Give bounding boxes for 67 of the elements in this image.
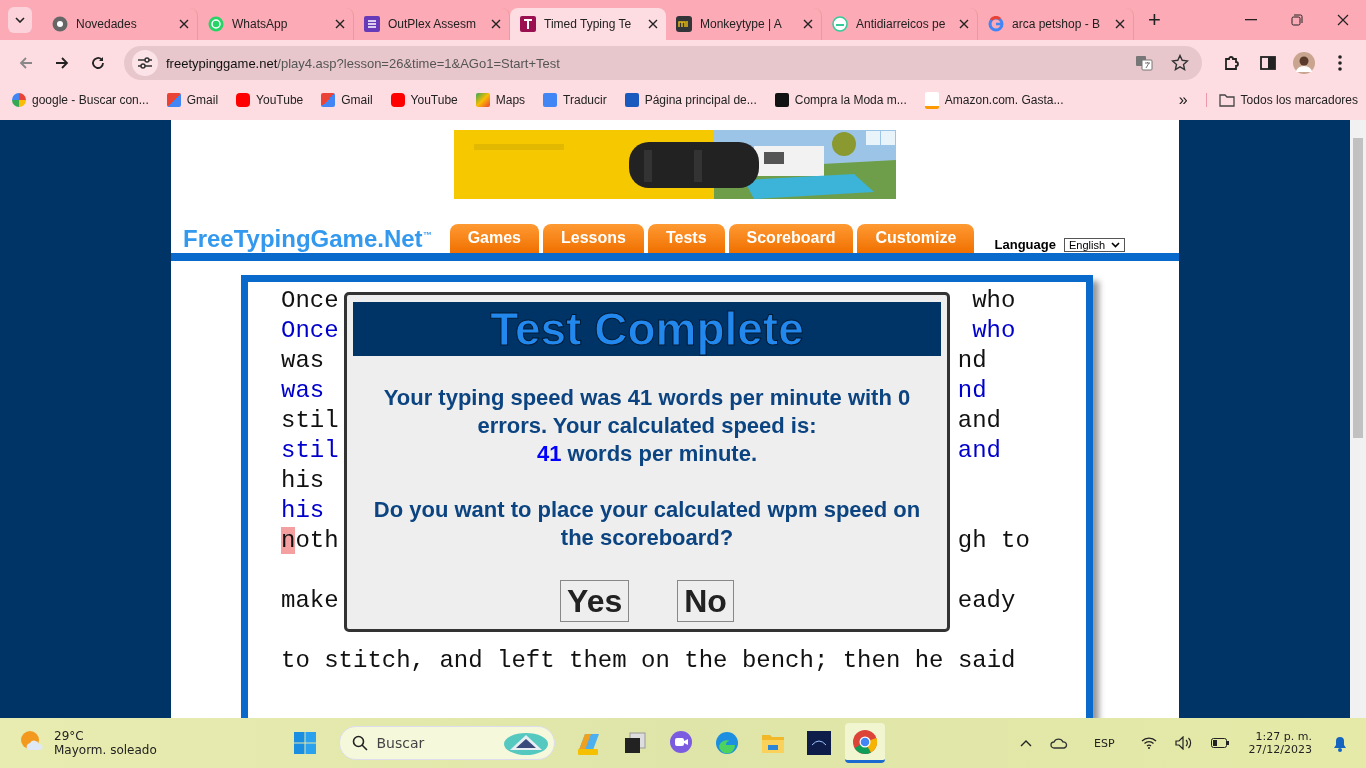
typing-text: who bbox=[972, 286, 1016, 316]
typing-text: was bbox=[281, 377, 325, 404]
bookmark[interactable]: YouTube bbox=[390, 93, 458, 107]
typing-text: to stitch, and left them on the bench; then he said bbox=[281, 647, 1016, 674]
dialog-title: Test Complete bbox=[353, 302, 941, 356]
scoreboard-question: Do you want to place your calculated wpm speed on the scoreboard? bbox=[372, 496, 922, 552]
dialog-button[interactable]: No bbox=[677, 580, 734, 622]
scrollbar[interactable] bbox=[1350, 120, 1366, 718]
close-icon[interactable] bbox=[959, 19, 969, 29]
bookmark[interactable]: Traducir bbox=[543, 93, 607, 107]
caret-icon bbox=[1111, 242, 1120, 248]
temperature-text: 29°C bbox=[54, 729, 85, 743]
bookmark[interactable]: Página principal de... bbox=[624, 93, 757, 107]
typing-text: stil bbox=[281, 437, 339, 464]
typing-text: his bbox=[281, 497, 325, 524]
chevron-down-icon bbox=[15, 17, 25, 23]
bookmark[interactable]: Compra la Moda m... bbox=[774, 93, 907, 107]
search-field[interactable]: Buscar bbox=[339, 726, 556, 760]
close-icon[interactable] bbox=[803, 19, 813, 29]
typing-text: and bbox=[957, 436, 1001, 466]
typing-text: noth bbox=[281, 527, 339, 554]
typing-text: and bbox=[957, 406, 1001, 436]
language-label: Language bbox=[994, 237, 1056, 253]
cursor-highlight: n bbox=[281, 527, 296, 554]
typing-text: Once bbox=[281, 287, 339, 314]
weather-text: Mayorm. soleado bbox=[54, 743, 157, 757]
bookmark[interactable]: Gmail bbox=[321, 93, 373, 107]
clock-date[interactable]: 27/12/2023 bbox=[1248, 743, 1312, 756]
bookmark[interactable]: YouTube bbox=[236, 93, 304, 107]
address-bar[interactable]: freetypinggame.net/play4.asp?lesson=26&time=1&AGo1=Start+Test bbox=[124, 46, 1202, 80]
clock-time[interactable]: 1:27 p. m. bbox=[1255, 730, 1312, 743]
tab-search-button[interactable] bbox=[8, 7, 32, 33]
close-icon[interactable] bbox=[1115, 19, 1125, 29]
browser-tab[interactable]: Timed Typing Te bbox=[510, 8, 666, 40]
new-tab-button[interactable]: + bbox=[1142, 7, 1167, 33]
close-icon[interactable] bbox=[335, 19, 345, 29]
typing-text: who bbox=[972, 316, 1016, 346]
chrome-icon[interactable] bbox=[845, 723, 886, 763]
search-icon bbox=[352, 735, 369, 751]
typing-text: nd bbox=[957, 376, 987, 406]
typing-text: nd bbox=[957, 346, 987, 376]
close-icon[interactable] bbox=[179, 19, 189, 29]
bookmark[interactable]: google - Buscar con... bbox=[12, 93, 149, 107]
all-bookmarks-button[interactable]: Todos los marcadores bbox=[1205, 93, 1358, 107]
list-icon bbox=[364, 16, 380, 32]
result-message: Your typing speed was 41 words per minute with 0 errors. Your calculated speed is: 41 words per minute. bbox=[382, 384, 912, 468]
bookmark[interactable]: Gmail bbox=[166, 93, 219, 107]
typing-text: stil bbox=[281, 407, 339, 434]
bookmark[interactable]: Maps bbox=[475, 93, 526, 107]
close-icon[interactable] bbox=[648, 19, 658, 29]
chat-icon bbox=[208, 16, 224, 32]
typing-text: his bbox=[281, 467, 325, 494]
typing-text: gh to bbox=[957, 526, 1030, 556]
shell-icon bbox=[502, 730, 551, 756]
bookmark[interactable]: Amazon.com. Gasta... bbox=[924, 91, 1064, 109]
typing-text: Once bbox=[281, 317, 339, 344]
chrome-icon bbox=[52, 16, 68, 32]
dialog-button[interactable]: Yes bbox=[560, 580, 630, 622]
typing-text: eady bbox=[957, 586, 1016, 616]
typing-text: make bbox=[281, 587, 339, 614]
more-bookmarks-button[interactable]: » bbox=[1178, 91, 1188, 109]
folder-icon bbox=[1218, 93, 1235, 107]
typing-text: was bbox=[281, 347, 325, 374]
input-language[interactable]: ESP bbox=[1080, 736, 1129, 750]
site-settings-icon[interactable] bbox=[132, 50, 158, 76]
close-icon[interactable] bbox=[491, 19, 501, 29]
language-select[interactable]: English bbox=[1063, 238, 1125, 252]
